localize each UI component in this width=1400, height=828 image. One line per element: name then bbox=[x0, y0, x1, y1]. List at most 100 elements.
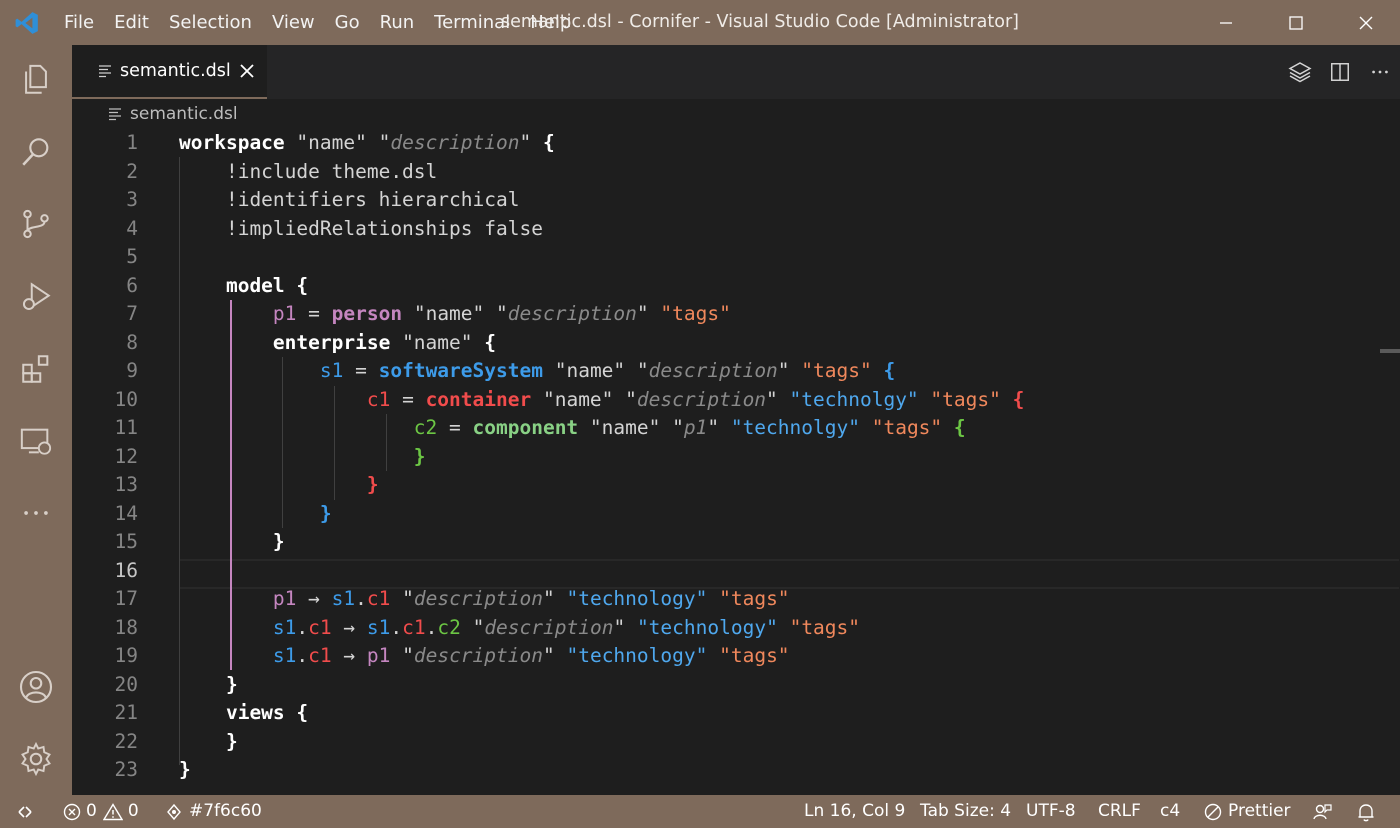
code-line[interactable]: 14 } bbox=[72, 500, 1382, 529]
code-line[interactable]: 11 c2 = component "name" "p1" "technolgy… bbox=[72, 414, 1382, 443]
code-token: " bbox=[460, 615, 485, 639]
eol-indicator[interactable]: CRLF bbox=[1098, 795, 1141, 828]
editor-scrollbar[interactable] bbox=[1380, 129, 1400, 795]
explorer-button[interactable] bbox=[0, 50, 72, 110]
tab-size-indicator[interactable]: Tab Size: 4 bbox=[920, 795, 1011, 828]
code-token: " bbox=[542, 644, 567, 667]
code-line[interactable]: 8 enterprise "name" { bbox=[72, 329, 1382, 358]
code-token: c1 bbox=[179, 387, 391, 411]
code-token: p1 bbox=[366, 644, 391, 667]
menu-selection[interactable]: Selection bbox=[159, 0, 262, 45]
code-token: "tags" bbox=[789, 615, 861, 639]
manage-button[interactable] bbox=[0, 729, 72, 789]
more-actions-button[interactable] bbox=[1360, 52, 1400, 92]
line-number: 9 bbox=[126, 359, 138, 382]
tab-semantic-dsl[interactable]: semantic.dsl bbox=[72, 45, 267, 99]
line-number: 22 bbox=[114, 729, 138, 753]
code-line[interactable]: 20 } bbox=[72, 671, 1382, 700]
code-line[interactable]: 15 } bbox=[72, 528, 1382, 557]
source-control-button[interactable] bbox=[0, 194, 72, 254]
git-commit-indicator[interactable]: #7f6c60 bbox=[165, 795, 262, 828]
code-line[interactable]: 1 workspace "name" "description" { bbox=[72, 129, 1382, 158]
code-token: { bbox=[883, 359, 896, 382]
menu-edit[interactable]: Edit bbox=[104, 0, 159, 45]
code-token: "name" " bbox=[578, 416, 684, 439]
prettier-indicator[interactable]: Prettier bbox=[1204, 795, 1291, 828]
menu-run[interactable]: Run bbox=[370, 0, 425, 45]
vscode-logo-icon bbox=[0, 0, 54, 45]
bell-icon bbox=[1358, 803, 1374, 821]
minimize-button[interactable] bbox=[1203, 0, 1249, 45]
code-token: description bbox=[636, 387, 767, 411]
code-token: "tags" bbox=[719, 644, 790, 667]
code-line[interactable]: 5 bbox=[72, 243, 1382, 272]
code-line[interactable]: 9 s1 = softwareSystem "name" "descriptio… bbox=[72, 357, 1382, 386]
line-number: 11 bbox=[114, 416, 138, 439]
run-debug-button[interactable] bbox=[0, 267, 72, 327]
language-indicator[interactable]: c4 bbox=[1160, 795, 1180, 828]
close-icon[interactable] bbox=[237, 61, 257, 81]
code-token: description bbox=[413, 587, 543, 610]
split-editor-button[interactable] bbox=[1320, 52, 1360, 92]
notifications-button[interactable] bbox=[1356, 795, 1376, 828]
menu-help[interactable]: Help bbox=[520, 0, 581, 45]
git-commit-icon bbox=[167, 803, 181, 820]
code-token: p1 bbox=[179, 302, 297, 325]
breadcrumb[interactable]: semantic.dsl bbox=[72, 99, 1400, 129]
code-text: views { bbox=[179, 699, 308, 728]
more-icon bbox=[1372, 70, 1388, 74]
maximize-button[interactable] bbox=[1273, 0, 1319, 45]
code-line[interactable]: 17 p1 → s1.c1 "description" "technology"… bbox=[72, 585, 1382, 614]
code-line[interactable]: 7 p1 = person "name" "description" "tags… bbox=[72, 300, 1382, 329]
code-text: } bbox=[179, 728, 238, 757]
code-line[interactable]: 18 s1.c1 → s1.c1.c2 "description" "techn… bbox=[72, 614, 1382, 643]
code-token: = bbox=[390, 387, 426, 411]
code-token: "technology" bbox=[566, 644, 708, 667]
explorer-icon bbox=[25, 64, 47, 94]
problems-indicator[interactable]: 0 0 bbox=[63, 795, 139, 828]
close-window-button[interactable] bbox=[1343, 0, 1389, 45]
code-token: c1 bbox=[366, 587, 391, 610]
code-line[interactable]: 6 model { bbox=[72, 272, 1382, 301]
remote-indicator[interactable] bbox=[16, 795, 34, 828]
cursor-position[interactable]: Ln 16, Col 9 bbox=[804, 795, 905, 828]
more-button[interactable] bbox=[0, 483, 72, 543]
settings-gear-icon bbox=[21, 741, 51, 777]
extensions-button[interactable] bbox=[0, 339, 72, 399]
code-line[interactable]: 12 } bbox=[72, 443, 1382, 472]
code-token: . bbox=[296, 615, 309, 639]
menu-go[interactable]: Go bbox=[325, 0, 370, 45]
breadcrumb-file[interactable]: semantic.dsl bbox=[130, 104, 238, 124]
line-number: 12 bbox=[114, 444, 138, 468]
code-line[interactable]: 21 views { bbox=[72, 699, 1382, 728]
code-token: "name" bbox=[390, 330, 485, 354]
split-editor-icon bbox=[1331, 63, 1349, 81]
code-line[interactable]: 3 !identifiers hierarchical bbox=[72, 186, 1382, 215]
search-button[interactable] bbox=[0, 122, 72, 182]
code-token: "tags" bbox=[930, 387, 1001, 411]
encoding-indicator[interactable]: UTF-8 bbox=[1026, 795, 1076, 828]
code-line[interactable]: 2 !include theme.dsl bbox=[72, 158, 1382, 187]
account-button[interactable] bbox=[0, 657, 72, 717]
line-number: 21 bbox=[114, 701, 138, 724]
code-line[interactable]: 13 } bbox=[72, 471, 1382, 500]
file-icon bbox=[109, 108, 121, 121]
code-token: "tags" bbox=[660, 302, 731, 325]
code-line[interactable]: 16 bbox=[72, 557, 1382, 586]
code-line[interactable]: 23} bbox=[72, 756, 1382, 785]
code-line[interactable]: 19 s1.c1 → p1 "description" "technology"… bbox=[72, 642, 1382, 671]
code-token: s1 bbox=[179, 615, 297, 639]
menu-view[interactable]: View bbox=[262, 0, 325, 45]
code-line[interactable]: 22 } bbox=[72, 728, 1382, 757]
code-editor[interactable]: 1 workspace "name" "description" {2 !incl… bbox=[72, 129, 1400, 795]
code-line[interactable]: 10 c1 = container "name" "description" "… bbox=[72, 386, 1382, 415]
menu-file[interactable]: File bbox=[54, 0, 104, 45]
code-line[interactable]: 4 !impliedRelationships false bbox=[72, 215, 1382, 244]
warning-count: 0 bbox=[127, 801, 139, 821]
menu-terminal[interactable]: Terminal bbox=[424, 0, 520, 45]
layers-button[interactable] bbox=[1280, 52, 1320, 92]
remote-explorer-button[interactable] bbox=[0, 411, 72, 471]
feedback-button[interactable] bbox=[1312, 795, 1332, 828]
